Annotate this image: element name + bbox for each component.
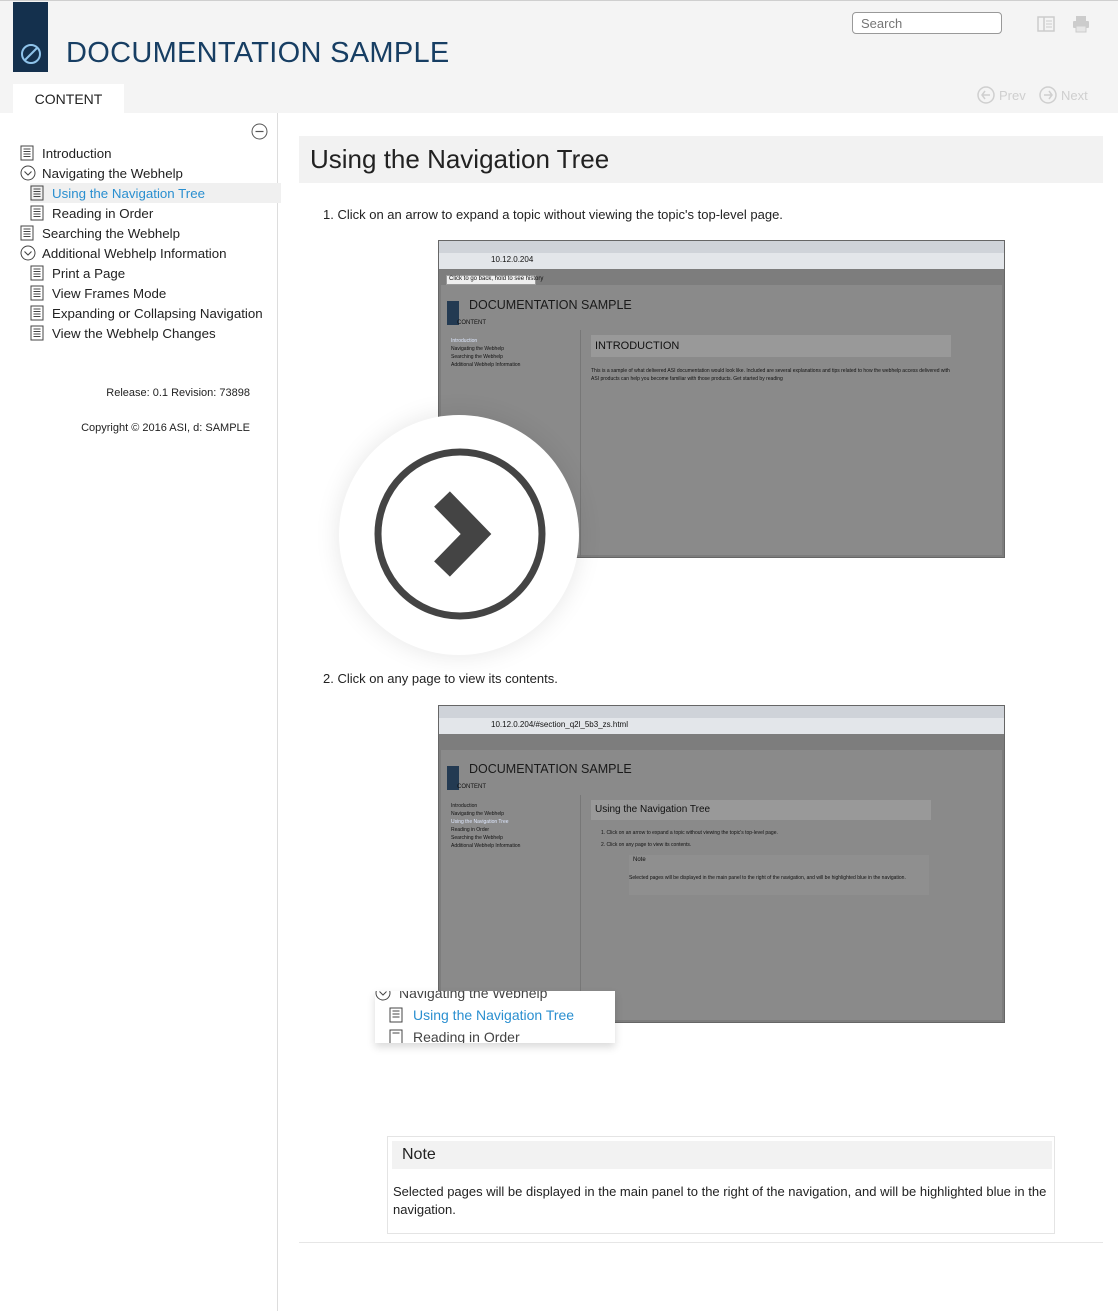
step-1-text: 1. Click on an arrow to expand a topic w… (323, 207, 783, 222)
app-title: DOCUMENTATION SAMPLE (66, 37, 450, 69)
shot2-sidebar: Introduction Navigating the Webhelp Using … (441, 795, 581, 1022)
page-icon (20, 145, 36, 161)
header: DOCUMENTATION SAMPLE CONTENT Prev Next (0, 0, 1118, 114)
expand-arrow-callout (339, 415, 579, 655)
browser-tabbar (439, 241, 1004, 253)
page-icon (30, 305, 46, 321)
release-info: Release: 0.1 Revision: 73898 (106, 387, 250, 399)
sidebar-item-label: Navigating the Webhelp (42, 165, 183, 181)
page-icon (30, 285, 46, 301)
search-input[interactable] (852, 12, 1002, 34)
tooltip-text: Click to go back, hold to see history (449, 276, 544, 282)
sidebar-item-view-frames-mode[interactable]: View Frames Mode (30, 283, 166, 303)
mini-toc-item: Introduction (451, 338, 478, 344)
sidebar-item-label: Searching the Webhelp (42, 225, 180, 241)
address-text: 10.12.0.204/#section_q2l_5b3_zs.html (491, 720, 628, 729)
shot2-heading: Using the Navigation Tree (595, 804, 711, 815)
arrow-left-circle-icon (977, 86, 995, 104)
sidebar: Introduction Navigating the Webhelp Using … (0, 113, 281, 1311)
callout-item-1: Navigating the Webhelp (375, 991, 547, 1001)
address-text: 10.12.0.204 (491, 255, 534, 264)
sidebar-item-navigating-the-webhelp[interactable]: Navigating the Webhelp (20, 163, 183, 183)
mini-toc-item: Searching the Webhelp (451, 354, 503, 360)
main-content: Using the Navigation Tree 1. Click on an… (299, 136, 1103, 1243)
compass-logo-icon (21, 44, 41, 64)
sidebar-item-reading-in-order[interactable]: Reading in Order (30, 203, 153, 223)
shot1-heading-bar: INTRODUCTION (591, 335, 951, 357)
sidebar-item-view-the-webhelp-changes[interactable]: View the Webhelp Changes (30, 323, 216, 343)
sidebar-item-label: Introduction (42, 145, 112, 161)
step-2-text: 2. Click on any page to view its content… (323, 671, 558, 686)
print-icon[interactable] (1072, 15, 1090, 38)
page-title: Using the Navigation Tree (299, 136, 1103, 183)
arrow-right-circle-icon (1039, 86, 1057, 104)
sidebar-item-print-a-page[interactable]: Print a Page (30, 263, 125, 283)
page-icon (30, 205, 46, 221)
expanded-arrow-icon (375, 991, 391, 1001)
mini-toc-item: Additional Webhelp Information (451, 362, 521, 368)
prev-label: Prev (999, 87, 1026, 103)
sidebar-item-label: Reading in Order (52, 205, 154, 221)
mini-toc-item: Navigating the Webhelp (451, 811, 504, 817)
prev-button[interactable]: Prev (977, 86, 1026, 104)
shot2-note: Note Selected pages will be displayed in… (629, 855, 929, 895)
shot2-note-body: Selected pages will be displayed in the … (629, 875, 906, 881)
mini-toc-item: Using the Navigation Tree (451, 819, 509, 825)
back-tooltip: Click to go back, hold to see history (446, 275, 543, 285)
sidebar-item-label: Print a Page (52, 265, 126, 281)
note-body: Selected pages will be displayed in the … (393, 1184, 1047, 1217)
sidebar-item-label: View Frames Mode (52, 285, 167, 301)
next-label: Next (1061, 87, 1088, 103)
expanded-arrow-icon[interactable] (20, 165, 36, 181)
sidebar-item-label: View the Webhelp Changes (52, 325, 216, 341)
page-icon (20, 225, 36, 241)
sidebar-item-expanding-or-collapsing-navigation[interactable]: Expanding or Collapsing Navigation (30, 303, 263, 323)
note-box: Note Selected pages will be displayed in… (387, 1136, 1055, 1234)
table-of-contents-icon[interactable] (1037, 15, 1055, 38)
logo (13, 2, 48, 72)
next-button[interactable]: Next (1039, 86, 1088, 104)
zoomed-nav-callout: Navigating the Webhelp Using the Navigat… (375, 991, 615, 1043)
browser-tabbar (439, 706, 1004, 718)
page-icon (389, 1007, 403, 1023)
mini-toc-item: Navigating the Webhelp (451, 346, 504, 352)
expanded-arrow-icon[interactable] (20, 245, 36, 261)
shot2-step1: 1. Click on an arrow to expand a topic w… (601, 830, 778, 836)
shot1-app-title: DOCUMENTATION SAMPLE (469, 298, 632, 312)
mini-toc-item: Additional Webhelp Information (451, 843, 521, 849)
sidebar-item-searching-the-webhelp[interactable]: Searching the Webhelp (20, 223, 180, 243)
chevron-right-circle-icon (374, 448, 546, 620)
collapse-all-icon[interactable] (251, 123, 268, 145)
sidebar-item-using-the-navigation-tree[interactable]: Using the Navigation Tree (30, 183, 281, 203)
copyright: Copyright © 2016 ASI, d: SAMPLE (81, 422, 250, 434)
screenshot-2: 10.12.0.204/#section_q2l_5b3_zs.html DOC… (438, 705, 1005, 1023)
page-icon (30, 325, 46, 341)
shot2-step2: 2. Click on any page to view its content… (601, 842, 692, 848)
browser-address-bar: 10.12.0.204/#section_q2l_5b3_zs.html (439, 718, 1004, 734)
note-title: Note (392, 1141, 1052, 1169)
page-icon (389, 1029, 403, 1043)
shot2-heading-bar: Using the Navigation Tree (591, 800, 931, 820)
sidebar-item-label: Additional Webhelp Information (42, 245, 227, 261)
sidebar-item-label: Expanding or Collapsing Navigation (52, 305, 263, 321)
page-icon (30, 185, 46, 201)
footer-divider (299, 1242, 1103, 1243)
mini-toc-item: Introduction (451, 803, 478, 809)
sidebar-item-introduction[interactable]: Introduction (20, 143, 111, 163)
sidebar-item-label: Using the Navigation Tree (52, 185, 205, 201)
page-icon (30, 265, 46, 281)
shot2-note-title: Note (633, 857, 646, 863)
callout-item-3: Reading in Order (389, 1029, 520, 1043)
shot1-tab: CONTENT (457, 320, 486, 326)
shot1-heading: INTRODUCTION (595, 340, 680, 352)
mini-toc-item: Reading in Order (451, 827, 490, 833)
shot1-body: This is a sample of what delivered ASI d… (591, 368, 950, 382)
sidebar-item-additional-webhelp-information[interactable]: Additional Webhelp Information (20, 243, 227, 263)
tab-content[interactable]: CONTENT (13, 84, 124, 114)
mini-toc-item: Searching the Webhelp (451, 835, 503, 841)
shot2-tab: CONTENT (457, 784, 486, 790)
shot2-app-title: DOCUMENTATION SAMPLE (469, 762, 632, 776)
callout-item-2: Using the Navigation Tree (389, 1007, 574, 1023)
browser-address-bar: 10.12.0.204 (439, 253, 1004, 269)
